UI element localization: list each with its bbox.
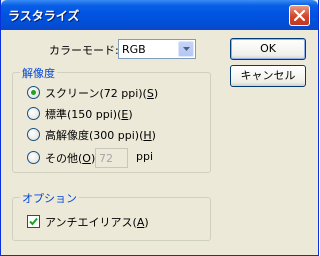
close-icon (293, 9, 306, 22)
color-mode-select[interactable]: RGB (118, 39, 196, 59)
radio-high-label[interactable]: 高解像度(300 ppi)(H) (45, 127, 156, 143)
resolution-group-title: 解像度 (20, 65, 57, 81)
chevron-down-icon (183, 47, 190, 51)
ok-button[interactable]: OK (230, 38, 306, 60)
rasterize-dialog: ラスタライズ カラーモード: RGB OK キャンセル 解像度 スクリーン(72… (0, 0, 319, 256)
other-ppi-input[interactable]: 72 (95, 148, 128, 168)
radio-screen-label[interactable]: スクリーン(72 ppi)(S) (45, 85, 158, 101)
radio-standard[interactable] (27, 107, 40, 120)
ppi-unit-label: ppi (136, 150, 154, 163)
color-mode-value: RGB (122, 43, 146, 56)
window-title: ラスタライズ (8, 9, 80, 23)
close-button[interactable] (289, 5, 310, 26)
checkmark-icon (29, 217, 38, 226)
radio-high[interactable] (27, 128, 40, 141)
radio-screen[interactable] (27, 86, 40, 99)
title-bar[interactable]: ラスタライズ (1, 0, 318, 30)
cancel-button[interactable]: キャンセル (230, 65, 306, 87)
radio-standard-label[interactable]: 標準(150 ppi)(E) (45, 106, 133, 122)
dropdown-button[interactable] (178, 41, 194, 57)
options-group-title: オプション (20, 190, 79, 206)
radio-other[interactable] (27, 151, 40, 164)
antialias-label[interactable]: アンチエイリアス(A) (45, 214, 149, 230)
radio-other-label[interactable]: その他(O): (45, 150, 99, 166)
antialias-checkbox[interactable] (27, 215, 40, 228)
color-mode-label: カラーモード: (49, 44, 119, 57)
